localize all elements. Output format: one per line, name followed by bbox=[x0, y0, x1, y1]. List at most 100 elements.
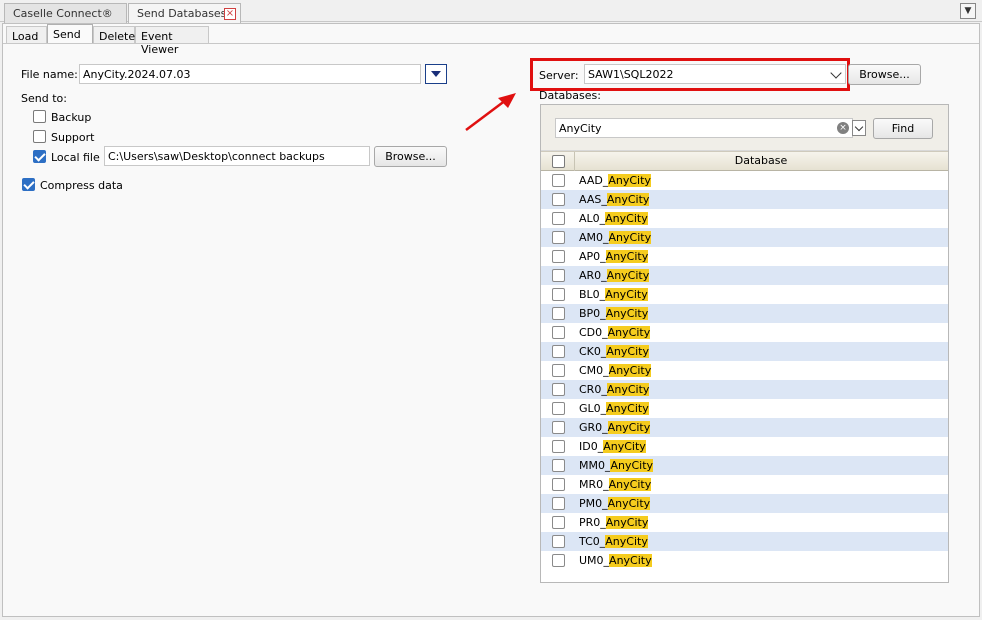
row-checkbox[interactable] bbox=[552, 212, 565, 225]
search-match-highlight: AnyCity bbox=[608, 174, 651, 187]
row-checkbox[interactable] bbox=[552, 554, 565, 567]
row-checkbox[interactable] bbox=[552, 364, 565, 377]
file-name-input[interactable]: AnyCity.2024.07.03 bbox=[79, 64, 421, 84]
table-row[interactable]: TC0_AnyCity bbox=[541, 532, 948, 551]
row-checkbox[interactable] bbox=[552, 440, 565, 453]
search-match-highlight: AnyCity bbox=[610, 459, 654, 472]
table-row[interactable]: ID0_AnyCity bbox=[541, 437, 948, 456]
server-combobox[interactable]: SAW1\SQL2022 bbox=[584, 64, 846, 84]
search-match-highlight: AnyCity bbox=[605, 307, 649, 320]
server-browse-button[interactable]: Browse... bbox=[848, 64, 921, 85]
doc-tab-send-databases[interactable]: Send Databases × bbox=[128, 3, 241, 23]
database-prefix: AP0_ bbox=[579, 250, 606, 263]
database-prefix: CD0_ bbox=[579, 326, 608, 339]
database-prefix: AL0_ bbox=[579, 212, 606, 225]
database-prefix: GR0_ bbox=[579, 421, 608, 434]
doc-tab-caselle-connect[interactable]: Caselle Connect® bbox=[4, 3, 127, 23]
clear-icon[interactable]: × bbox=[837, 122, 849, 134]
database-name: CK0_AnyCity bbox=[579, 345, 649, 358]
table-row[interactable]: AL0_AnyCity bbox=[541, 209, 948, 228]
table-row[interactable]: AAS_AnyCity bbox=[541, 190, 948, 209]
search-match-highlight: AnyCity bbox=[606, 383, 650, 396]
find-button[interactable]: Find bbox=[873, 118, 933, 139]
database-prefix: AAD_ bbox=[579, 174, 609, 187]
local-file-label: Local file bbox=[51, 151, 100, 164]
table-row[interactable]: PM0_AnyCity bbox=[541, 494, 948, 513]
database-name: PR0_AnyCity bbox=[579, 516, 649, 529]
table-row[interactable]: AP0_AnyCity bbox=[541, 247, 948, 266]
tab-event-viewer[interactable]: Event Viewer bbox=[135, 26, 209, 56]
row-checkbox[interactable] bbox=[552, 421, 565, 434]
table-row[interactable]: MR0_AnyCity bbox=[541, 475, 948, 494]
divider bbox=[3, 43, 979, 44]
database-name: PM0_AnyCity bbox=[579, 497, 651, 510]
table-row[interactable]: CK0_AnyCity bbox=[541, 342, 948, 361]
database-prefix: BP0_ bbox=[579, 307, 606, 320]
row-checkbox[interactable] bbox=[552, 345, 565, 358]
database-name: CM0_AnyCity bbox=[579, 364, 652, 377]
database-column-header[interactable]: Database bbox=[575, 154, 947, 167]
database-name: BP0_AnyCity bbox=[579, 307, 649, 320]
row-checkbox[interactable] bbox=[552, 516, 565, 529]
row-checkbox[interactable] bbox=[552, 269, 565, 282]
compress-data-checkbox[interactable] bbox=[22, 178, 35, 191]
search-match-highlight: AnyCity bbox=[609, 554, 652, 567]
row-checkbox[interactable] bbox=[552, 231, 565, 244]
table-row[interactable]: PR0_AnyCity bbox=[541, 513, 948, 532]
search-match-highlight: AnyCity bbox=[608, 231, 652, 244]
database-prefix: MR0_ bbox=[579, 478, 609, 491]
table-row[interactable]: GR0_AnyCity bbox=[541, 418, 948, 437]
table-row[interactable]: BP0_AnyCity bbox=[541, 304, 948, 323]
chevron-down-icon[interactable]: ▼ bbox=[960, 3, 976, 19]
database-search-input[interactable]: AnyCity bbox=[555, 118, 853, 138]
local-file-path-input[interactable]: C:\Users\saw\Desktop\connect backups bbox=[104, 146, 370, 166]
table-row[interactable]: AR0_AnyCity bbox=[541, 266, 948, 285]
database-prefix: CM0_ bbox=[579, 364, 609, 377]
backup-checkbox[interactable] bbox=[33, 110, 46, 123]
select-all-cell bbox=[541, 152, 575, 171]
database-prefix: AAS_ bbox=[579, 193, 607, 206]
local-browse-button[interactable]: Browse... bbox=[374, 146, 447, 167]
database-name: GR0_AnyCity bbox=[579, 421, 651, 434]
table-row[interactable]: GL0_AnyCity bbox=[541, 399, 948, 418]
row-checkbox[interactable] bbox=[552, 250, 565, 263]
database-prefix: CK0_ bbox=[579, 345, 607, 358]
table-row[interactable]: CD0_AnyCity bbox=[541, 323, 948, 342]
row-checkbox[interactable] bbox=[552, 288, 565, 301]
row-checkbox[interactable] bbox=[552, 402, 565, 415]
table-row[interactable]: UM0_AnyCity bbox=[541, 551, 948, 570]
search-match-highlight: AnyCity bbox=[605, 250, 649, 263]
document-tab-strip: Caselle Connect® Send Databases × ▼ bbox=[0, 0, 982, 23]
row-checkbox[interactable] bbox=[552, 497, 565, 510]
row-checkbox[interactable] bbox=[552, 383, 565, 396]
table-row[interactable]: BL0_AnyCity bbox=[541, 285, 948, 304]
row-checkbox[interactable] bbox=[552, 326, 565, 339]
search-history-dropdown[interactable] bbox=[852, 120, 866, 136]
database-name: BL0_AnyCity bbox=[579, 288, 648, 301]
row-checkbox[interactable] bbox=[552, 307, 565, 320]
databases-panel: AnyCity × Find Database AAD_AnyCity AAS_A… bbox=[540, 104, 949, 583]
tab-delete[interactable]: Delete bbox=[93, 26, 135, 43]
tab-load[interactable]: Load bbox=[6, 26, 47, 43]
database-prefix: MM0_ bbox=[579, 459, 611, 472]
tab-send[interactable]: Send bbox=[47, 24, 93, 43]
table-row[interactable]: CM0_AnyCity bbox=[541, 361, 948, 380]
table-row[interactable]: AAD_AnyCity bbox=[541, 171, 948, 190]
table-row[interactable]: MM0_AnyCity bbox=[541, 456, 948, 475]
search-match-highlight: AnyCity bbox=[606, 402, 649, 415]
compress-data-label: Compress data bbox=[40, 179, 123, 192]
local-file-checkbox[interactable] bbox=[33, 150, 46, 163]
table-row[interactable]: CR0_AnyCity bbox=[541, 380, 948, 399]
support-checkbox[interactable] bbox=[33, 130, 46, 143]
table-row[interactable]: AM0_AnyCity bbox=[541, 228, 948, 247]
row-checkbox[interactable] bbox=[552, 478, 565, 491]
chevron-down-icon[interactable] bbox=[830, 67, 842, 79]
file-name-dropdown-button[interactable] bbox=[425, 64, 447, 84]
row-checkbox[interactable] bbox=[552, 193, 565, 206]
select-all-checkbox[interactable] bbox=[552, 155, 565, 168]
row-checkbox[interactable] bbox=[552, 535, 565, 548]
close-icon[interactable]: × bbox=[224, 8, 236, 20]
row-checkbox[interactable] bbox=[552, 174, 565, 187]
row-checkbox[interactable] bbox=[552, 459, 565, 472]
file-name-label: File name: bbox=[21, 68, 78, 81]
